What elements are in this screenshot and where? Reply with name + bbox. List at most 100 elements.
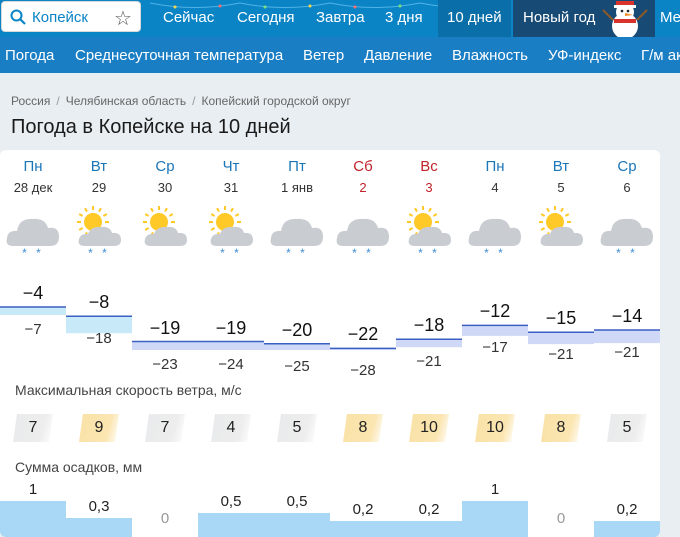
snow-icon: * * [352, 246, 374, 260]
temp-min: −18 [86, 330, 112, 348]
day-name: Сб [353, 158, 373, 175]
sub-nav-geomagnetic[interactable]: Г/м ак [641, 47, 680, 64]
day-date: 31 [223, 180, 239, 195]
page-title: Погода в Копейске на 10 дней [11, 116, 291, 138]
cloud-snow-icon [6, 218, 60, 246]
precip-value: 1 [490, 481, 500, 498]
wind-speed-badge: 10 [409, 414, 449, 442]
sub-nav-uv[interactable]: УФ-индекс [548, 47, 621, 64]
breadcrumb-russia[interactable]: Россия [11, 94, 50, 108]
nav-today[interactable]: Сегодня [237, 9, 295, 26]
day-date: 29 [91, 180, 107, 195]
temp-max: −15 [545, 308, 577, 329]
precip-value: 0,5 [286, 493, 308, 510]
precip-bar [198, 513, 264, 537]
top-bar: Копейск ☆ Сейчас Сегодня Завтра 3 дня 10… [0, 0, 680, 37]
sub-nav-humidity[interactable]: Влажность [452, 47, 528, 64]
day-column[interactable]: Ср 6 * * −14 −21 5 0,2 [594, 150, 660, 537]
day-date: 3 [425, 180, 433, 195]
precip-value: 0 [556, 510, 566, 527]
precip-bar [396, 521, 462, 537]
temp-max: −14 [611, 306, 643, 326]
sun-cloud-snow-icon [77, 206, 121, 246]
temp-max: −18 [413, 315, 445, 336]
snow-icon: * * [418, 246, 440, 260]
snow-icon: * * [88, 246, 110, 260]
wind-speed-badge: 10 [475, 414, 515, 442]
snowman-icon [602, 1, 648, 37]
day-column[interactable]: Вт 5 −15 −21 8 0 [528, 150, 594, 537]
sub-nav-pressure[interactable]: Давление [364, 47, 432, 64]
day-name: Чт [222, 158, 240, 175]
precip-value: 0,2 [616, 501, 638, 518]
precip-value: 0,2 [352, 501, 374, 518]
precip-value: 0,3 [88, 498, 110, 515]
search-box[interactable]: Копейск ☆ [1, 1, 141, 32]
cloud-snow-icon [270, 218, 323, 246]
search-input[interactable]: Копейск [32, 9, 88, 26]
temp-min: −25 [284, 357, 310, 375]
wind-speed-badge: 5 [277, 414, 317, 442]
temp-max: −19 [149, 317, 181, 338]
nav-3-days[interactable]: 3 дня [385, 9, 423, 26]
temp-max: −4 [22, 283, 44, 303]
day-column[interactable]: Сб 2 * * −22 −28 8 0,2 [330, 150, 396, 537]
snow-icon: * * [220, 246, 242, 260]
day-column[interactable]: Пн 28 дек * * −4 −7 7 1 [0, 150, 66, 537]
wind-speed-badge: 8 [541, 414, 581, 442]
day-date: 2 [359, 180, 367, 195]
day-date: 6 [623, 180, 631, 195]
day-column[interactable]: Вс 3 * * −18 −21 10 0,2 [396, 150, 462, 537]
cloud-snow-icon [600, 218, 653, 246]
nav-more[interactable]: Ме [660, 9, 680, 26]
precip-bar [594, 521, 660, 537]
temp-max: −12 [479, 301, 511, 322]
forecast-card: Максимальная скорость ветра, м/с Сумма о… [0, 150, 660, 537]
day-date: 28 дек [13, 180, 53, 195]
precip-bar [462, 501, 528, 537]
day-date: 1 янв [281, 180, 313, 195]
day-date: 30 [157, 180, 173, 195]
temp-max: −8 [88, 292, 110, 313]
snow-icon: * * [484, 246, 506, 260]
sub-nav-wind[interactable]: Ветер [303, 47, 344, 64]
nav-10-days[interactable]: 10 дней [438, 0, 511, 37]
day-name: Пт [288, 158, 306, 175]
temp-min: −21 [614, 344, 640, 361]
sun-cloud-icon [143, 206, 187, 246]
temp-min: −23 [152, 355, 178, 373]
wind-speed-badge: 5 [607, 414, 647, 442]
day-column[interactable]: Вт 29 * * −8 −18 9 0,3 [66, 150, 132, 537]
wind-speed-badge: 8 [343, 414, 383, 442]
temp-max: −22 [347, 324, 379, 345]
star-icon[interactable]: ☆ [114, 6, 132, 31]
day-column[interactable]: Ср 30 −19 −23 7 0 [132, 150, 198, 537]
sun-cloud-snow-icon [407, 206, 451, 246]
nav-tomorrow[interactable]: Завтра [316, 9, 365, 26]
snow-icon: * * [616, 246, 638, 260]
temp-min: −17 [482, 339, 508, 357]
sub-nav-weather[interactable]: Погода [5, 47, 54, 64]
new-year-tab[interactable]: Новый год [513, 0, 655, 37]
sun-cloud-snow-icon [209, 206, 253, 246]
breadcrumb-region[interactable]: Челябинская область [66, 94, 186, 108]
temp-min: −28 [350, 362, 376, 380]
breadcrumb-district[interactable]: Копейский городской округ [201, 94, 350, 108]
sub-nav-bar: Погода Среднесуточная температура Ветер … [0, 37, 680, 73]
day-column[interactable]: Чт 31 * * −19 −24 4 0,5 [198, 150, 264, 537]
temp-min: −7 [24, 321, 42, 338]
nav-now[interactable]: Сейчас [163, 9, 214, 26]
day-name: Вт [552, 158, 570, 175]
sub-nav-avg-temp[interactable]: Среднесуточная температура [75, 47, 283, 64]
day-column[interactable]: Пт 1 янв * * −20 −25 5 0,5 [264, 150, 330, 537]
day-name: Ср [617, 158, 637, 175]
wind-speed-badge: 7 [145, 414, 185, 442]
cloud-snow-icon [468, 218, 521, 246]
wind-speed-badge: 7 [13, 414, 53, 442]
day-column[interactable]: Пн 4 * * −12 −17 10 1 [462, 150, 528, 537]
snow-icon: * * [286, 246, 308, 260]
precip-bar [330, 521, 396, 537]
wind-speed-badge: 9 [79, 414, 119, 442]
snow-icon: * * [22, 246, 44, 260]
precip-bar [264, 513, 330, 537]
